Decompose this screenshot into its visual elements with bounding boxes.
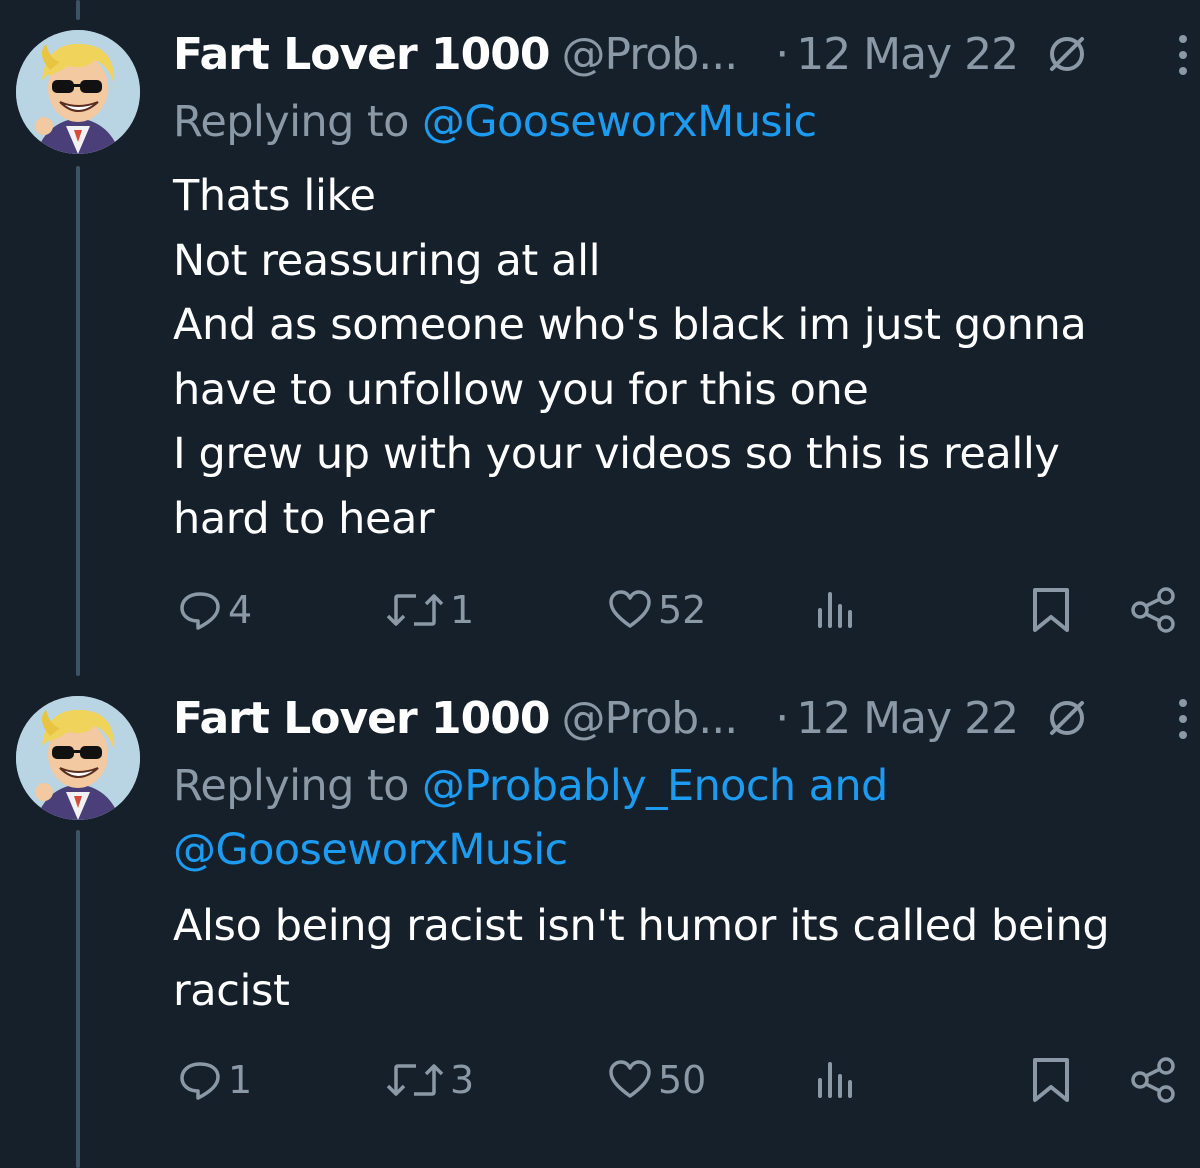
- share-icon: [1131, 1057, 1175, 1103]
- avatar[interactable]: [16, 696, 140, 820]
- reply-icon: [180, 1062, 220, 1100]
- bookmark-button[interactable]: [1030, 1056, 1072, 1104]
- replying-to: Replying to @GooseworxMusic: [173, 90, 817, 154]
- retweet-button[interactable]: 3: [384, 1056, 474, 1104]
- like-button[interactable]: 50: [606, 1056, 706, 1104]
- tweet-text-line: And as someone who's black im just gonna: [173, 300, 1087, 351]
- like-button[interactable]: 52: [606, 586, 706, 634]
- tweet-date[interactable]: 12 May 22: [796, 29, 1019, 80]
- retweet-count: 1: [450, 588, 475, 632]
- replying-to-label: Replying to: [173, 97, 409, 147]
- heart-icon: [609, 590, 651, 628]
- tweet-text-line: have to unfollow you for this one: [173, 364, 869, 415]
- tweet-header: Fart Lover 1000 @Prob... · 12 May 22: [173, 24, 1092, 84]
- separator-dot: ·: [775, 692, 789, 744]
- display-name[interactable]: Fart Lover 1000: [173, 29, 550, 80]
- retweet-icon: [386, 594, 444, 626]
- heart-icon: [609, 1060, 651, 1098]
- views-button[interactable]: [812, 586, 860, 634]
- reply-count: 1: [228, 1058, 253, 1102]
- views-icon: [818, 592, 852, 628]
- tweet-text: Also being racist isn't humor its called…: [173, 894, 1110, 1023]
- replying-to-continued: @GooseworxMusic: [173, 818, 568, 882]
- bookmark-icon: [1033, 588, 1069, 632]
- tweet-header: Fart Lover 1000 @Prob... · 12 May 22: [173, 688, 1092, 748]
- more-vertical-icon[interactable]: [1172, 694, 1194, 744]
- handle[interactable]: @Prob...: [562, 693, 739, 744]
- tweet-text: Thats like Not reassuring at all And as …: [173, 164, 1087, 552]
- display-name[interactable]: Fart Lover 1000: [173, 693, 550, 744]
- more-vertical-icon[interactable]: [1172, 30, 1194, 80]
- avatar[interactable]: [16, 30, 140, 154]
- separator-dot: ·: [775, 28, 789, 80]
- tweet-text-line: racist: [173, 965, 290, 1016]
- tweet-text-line: Not reassuring at all: [173, 235, 601, 286]
- reply-button[interactable]: 4: [176, 586, 252, 634]
- reply-count: 4: [228, 588, 253, 632]
- share-icon: [1131, 587, 1175, 633]
- thread-line-bottom: [76, 830, 80, 1168]
- retweet-button[interactable]: 1: [384, 586, 474, 634]
- mention-link[interactable]: @GooseworxMusic: [422, 97, 817, 147]
- circle-slash-icon: [1050, 37, 1085, 71]
- handle[interactable]: @Prob...: [562, 29, 739, 80]
- tweet-date[interactable]: 12 May 22: [796, 693, 1019, 744]
- share-button[interactable]: [1130, 586, 1178, 634]
- like-count: 52: [658, 588, 707, 632]
- tweet-text-line: Thats like: [173, 171, 376, 221]
- reply-icon: [180, 592, 220, 630]
- retweet-icon: [386, 1064, 444, 1096]
- avatar-image: [16, 30, 140, 154]
- bookmark-button[interactable]: [1030, 586, 1072, 634]
- reply-button[interactable]: 1: [176, 1056, 252, 1104]
- like-count: 50: [658, 1058, 707, 1102]
- views-button[interactable]: [812, 1056, 860, 1104]
- mention-link[interactable]: @GooseworxMusic: [173, 825, 568, 875]
- tweet-text-line: I grew up with your videos so this is re…: [173, 429, 1060, 480]
- views-icon: [818, 1062, 852, 1098]
- replying-to: Replying to @Probably_Enoch and: [173, 754, 888, 818]
- action-bar: 4 1 52: [0, 580, 1200, 640]
- replying-to-label: Replying to: [173, 761, 409, 811]
- tweet-text-line: hard to hear: [173, 493, 435, 544]
- tweet-text-line: Also being racist isn't humor its called…: [173, 901, 1110, 951]
- mention-link[interactable]: @Probably_Enoch and: [422, 761, 888, 811]
- circle-slash-icon: [1050, 701, 1085, 735]
- action-bar: 1 3 50: [0, 1050, 1200, 1110]
- thread-line-top: [76, 0, 80, 20]
- bookmark-icon: [1033, 1058, 1069, 1102]
- retweet-count: 3: [450, 1058, 475, 1102]
- share-button[interactable]: [1130, 1056, 1178, 1104]
- avatar-image: [16, 696, 140, 820]
